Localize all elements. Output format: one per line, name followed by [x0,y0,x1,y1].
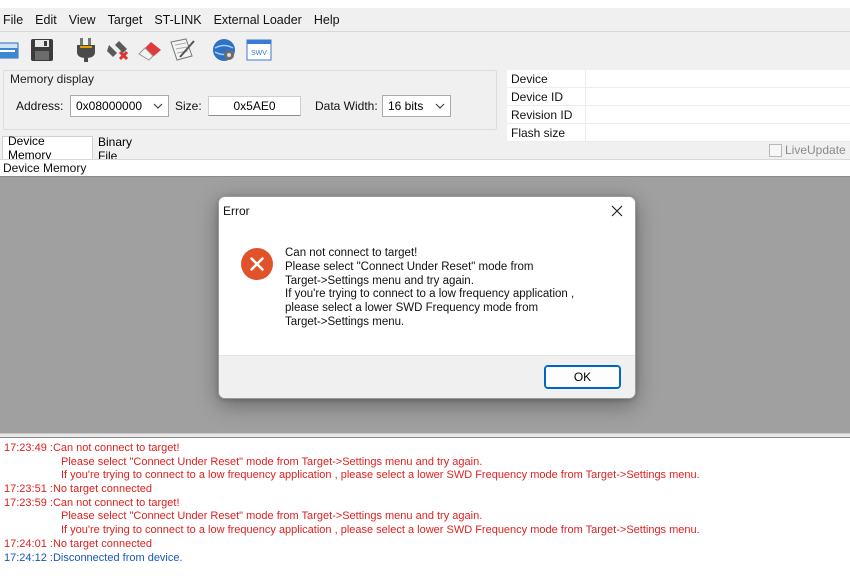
log-line: 17:24:12 : Disconnected from device. [4,551,183,564]
log-line: 17:23:49 : Can not connect to target! [4,442,180,454]
log-line: If you're trying to connect to a low fre… [61,469,700,482]
toolbar: SWV [0,32,850,68]
live-update-checkbox[interactable] [769,143,782,157]
dialog-title: Error [223,204,250,218]
device-info-row: Device [507,70,850,88]
log-line: Please select "Connect Under Reset" mode… [61,455,483,468]
live-update-label: LiveUpdate [785,143,846,157]
log-line: If you're trying to connect to a low fre… [61,524,700,537]
dialog-footer: OK [219,355,635,398]
error-dialog: Error Can not connect to target! Please … [218,196,636,399]
tab-binary-file[interactable]: Binary File [93,135,155,163]
swv-label: SWV [251,50,267,57]
menu-help[interactable]: Help [308,9,346,31]
save-icon[interactable] [28,36,56,64]
data-width-value: 16 bits [388,99,424,113]
close-button[interactable] [599,197,635,225]
address-combo[interactable]: 0x08000000 [70,95,169,117]
log-line: 17:23:51 : No target connected [4,483,153,496]
tab-device-memory[interactable]: Device Memory [2,134,93,162]
address-value: 0x08000000 [76,99,143,113]
live-update-toggle[interactable]: LiveUpdate [769,143,846,157]
menu-st-link[interactable]: ST-LINK [148,9,207,31]
swv-icon[interactable]: SWV [245,36,273,64]
log-line: 17:24:01 : No target connected [4,537,153,550]
close-icon [611,205,623,217]
menu-target[interactable]: Target [102,9,149,31]
log-pane: 17:23:49 : Can not connect to target! Pl… [0,437,850,585]
disconnect-icon[interactable] [104,36,132,64]
external-loader-icon[interactable] [210,36,238,64]
device-info-panel: Device Device ID Revision ID Flash size [507,70,850,142]
menu-view[interactable]: View [63,9,102,31]
dialog-message: Can not connect to target! Please select… [285,247,575,328]
ok-button[interactable]: OK [544,365,621,389]
menu-file[interactable]: File [0,9,29,31]
device-label: Device [511,72,548,86]
revision-id-label: Revision ID [511,108,573,122]
dialog-titlebar: Error [219,197,635,225]
program-icon[interactable] [168,36,196,64]
size-input[interactable]: 0x5AE0 [208,96,301,116]
dialog-body: Can not connect to target! Please select… [219,225,635,355]
menu-bar: File Edit View Target ST-LINK External L… [0,9,850,31]
device-memory-header: Device Memory [0,159,850,176]
menu-edit[interactable]: Edit [29,9,63,31]
data-width-label: Data Width: [315,99,378,113]
chevron-down-icon [435,103,445,109]
device-info-row: Revision ID [507,106,850,124]
connect-icon[interactable] [72,36,100,64]
menu-external-loader[interactable]: External Loader [208,9,308,31]
data-width-combo[interactable]: 16 bits [382,95,451,117]
erase-icon[interactable] [136,36,164,64]
size-value: 0x5AE0 [233,99,276,113]
chevron-down-icon [153,103,163,109]
error-icon [241,248,273,280]
log-line: 17:23:59 : Can not connect to target! [4,496,180,509]
log-line: Please select "Connect Under Reset" mode… [61,510,483,523]
device-id-label: Device ID [511,90,564,104]
title-strip [0,0,850,8]
size-label: Size: [175,99,202,113]
device-info-row: Device ID [507,88,850,106]
open-file-icon[interactable] [0,36,22,64]
address-label: Address: [16,99,64,113]
memory-display-title: Memory display [10,72,95,86]
memory-tabs: Device Memory Binary File [0,134,850,163]
